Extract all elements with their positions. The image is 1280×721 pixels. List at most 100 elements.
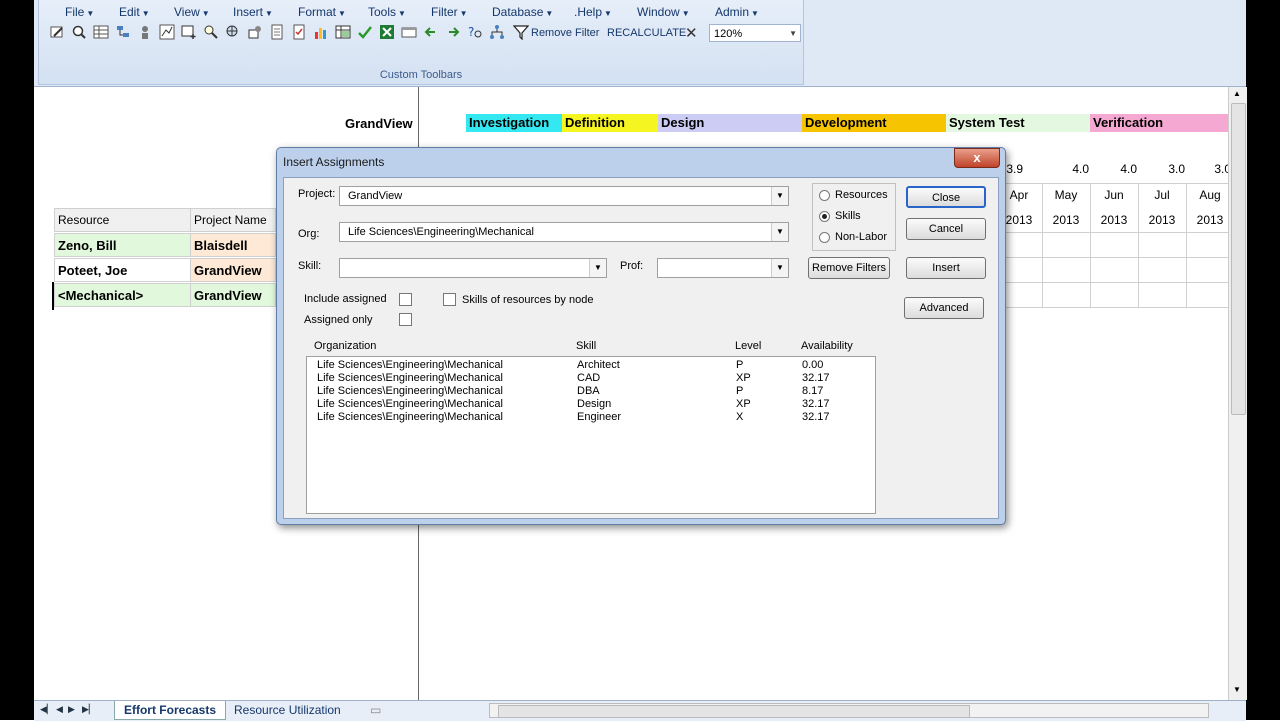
zoom-select[interactable]: 120% ▼: [709, 24, 801, 42]
list-cell-skill[interactable]: Architect: [577, 359, 620, 372]
list-cell-availability[interactable]: 0.00: [802, 359, 823, 372]
grid-line: [1186, 183, 1187, 308]
window-icon[interactable]: [401, 24, 417, 40]
tab-effort-forecasts[interactable]: Effort Forecasts: [114, 701, 226, 720]
include-assigned-checkbox[interactable]: [399, 293, 412, 306]
edit-icon[interactable]: [49, 24, 65, 40]
list-header-skill[interactable]: Skill: [576, 340, 596, 352]
filter-icon[interactable]: [513, 24, 529, 40]
list-cell-level[interactable]: P: [736, 359, 743, 372]
person-icon[interactable]: [137, 24, 153, 40]
document-icon[interactable]: [269, 24, 285, 40]
add-window-icon[interactable]: [181, 24, 197, 40]
cancel-button[interactable]: Cancel: [906, 218, 986, 240]
find-icon[interactable]: [71, 24, 87, 40]
skill-select[interactable]: ▼: [339, 258, 607, 278]
check-icon[interactable]: [357, 24, 373, 40]
list-cell-org[interactable]: Life Sciences\Engineering\Mechanical: [317, 385, 503, 398]
search-plus-icon[interactable]: [203, 24, 219, 40]
list-header-availability[interactable]: Availability: [801, 340, 853, 352]
recalculate-button[interactable]: RECALCULATE: [607, 27, 686, 39]
list-cell-availability[interactable]: 32.17: [802, 398, 830, 411]
menu-insert[interactable]: Insert ▼: [233, 5, 273, 19]
help-search-icon[interactable]: ?: [467, 24, 483, 40]
menu-tools[interactable]: Tools ▼: [368, 5, 406, 19]
arrow-down-icon[interactable]: ▼: [1233, 685, 1241, 694]
menu-window[interactable]: Window ▼: [637, 5, 690, 19]
close-icon[interactable]: ✕: [685, 24, 698, 42]
list-cell-org[interactable]: Life Sciences\Engineering\Mechanical: [317, 372, 503, 385]
close-button[interactable]: Close: [906, 186, 986, 208]
scroll-thumb[interactable]: [1231, 103, 1246, 415]
cell-resource[interactable]: <Mechanical>: [54, 283, 191, 307]
dialog-close-icon[interactable]: x: [954, 148, 1000, 168]
menu-file[interactable]: File ▼: [65, 5, 94, 19]
menu-format[interactable]: Format ▼: [298, 5, 346, 19]
radio-skills[interactable]: [819, 211, 830, 222]
list-cell-level[interactable]: XP: [736, 372, 751, 385]
list-cell-skill[interactable]: CAD: [577, 372, 600, 385]
menu-filter[interactable]: Filter ▼: [431, 5, 468, 19]
tab-resource-utilization[interactable]: Resource Utilization: [234, 703, 341, 717]
arrow-left-icon[interactable]: [423, 24, 439, 40]
list-cell-availability[interactable]: 32.17: [802, 411, 830, 424]
skills-list[interactable]: Life Sciences\Engineering\Mechanical Arc…: [306, 356, 876, 514]
cell-project[interactable]: Blaisdell: [190, 233, 276, 257]
remove-filters-button[interactable]: Remove Filters: [808, 257, 890, 279]
list-cell-level[interactable]: X: [736, 411, 743, 424]
cell-resource[interactable]: Poteet, Joe: [54, 258, 191, 282]
menu-database[interactable]: Database ▼: [492, 5, 553, 19]
skills-by-node-checkbox[interactable]: [443, 293, 456, 306]
list-cell-org[interactable]: Life Sciences\Engineering\Mechanical: [317, 411, 503, 424]
cell-resource[interactable]: Zeno, Bill: [54, 233, 191, 257]
first-sheet-icon[interactable]: ◀▏: [40, 704, 54, 715]
list-cell-org[interactable]: Life Sciences\Engineering\Mechanical: [317, 359, 503, 372]
assigned-only-checkbox[interactable]: [399, 313, 412, 326]
list-cell-skill[interactable]: DBA: [577, 385, 600, 398]
prev-sheet-icon[interactable]: ◀: [56, 704, 63, 715]
tree-icon[interactable]: [115, 24, 131, 40]
cell-project[interactable]: GrandView: [190, 283, 276, 307]
column-header-project[interactable]: Project Name: [190, 208, 276, 232]
vertical-scrollbar[interactable]: ▲ ▼: [1228, 87, 1247, 700]
insert-button[interactable]: Insert: [906, 257, 986, 279]
menu-help[interactable]: .Help ▼: [574, 5, 612, 19]
last-sheet-icon[interactable]: ▶▏: [82, 704, 96, 715]
menu-view[interactable]: View ▼: [174, 5, 210, 19]
bar-chart-icon[interactable]: [313, 24, 329, 40]
next-sheet-icon[interactable]: ▶: [68, 704, 75, 715]
arrow-up-icon[interactable]: ▲: [1233, 89, 1241, 98]
horizontal-scrollbar[interactable]: [489, 703, 1209, 718]
copy-user-icon[interactable]: [247, 24, 263, 40]
list-cell-skill[interactable]: Design: [577, 398, 611, 411]
menu-edit[interactable]: Edit ▼: [119, 5, 150, 19]
project-select[interactable]: GrandView ▼: [339, 186, 789, 206]
radio-resources[interactable]: [819, 190, 830, 201]
scroll-thumb[interactable]: [498, 705, 970, 718]
list-cell-availability[interactable]: 8.17: [802, 385, 823, 398]
menu-admin[interactable]: Admin ▼: [715, 5, 759, 19]
globe-search-icon[interactable]: [225, 24, 241, 40]
org-select[interactable]: Life Sciences\Engineering\Mechanical ▼: [339, 222, 789, 242]
grid-icon[interactable]: [93, 24, 109, 40]
table-icon[interactable]: [335, 24, 351, 40]
prof-select[interactable]: ▼: [657, 258, 789, 278]
list-cell-skill[interactable]: Engineer: [577, 411, 621, 424]
list-cell-level[interactable]: P: [736, 385, 743, 398]
arrow-right-icon[interactable]: [445, 24, 461, 40]
radio-non-labor[interactable]: [819, 232, 830, 243]
remove-filter-button[interactable]: Remove Filter: [531, 27, 599, 39]
advanced-button[interactable]: Advanced: [904, 297, 984, 319]
column-header-resource[interactable]: Resource: [54, 208, 191, 232]
checklist-icon[interactable]: [291, 24, 307, 40]
hierarchy-icon[interactable]: [489, 24, 505, 40]
list-cell-level[interactable]: XP: [736, 398, 751, 411]
list-cell-org[interactable]: Life Sciences\Engineering\Mechanical: [317, 398, 503, 411]
chart-icon[interactable]: [159, 24, 175, 40]
new-sheet-icon[interactable]: ▭: [370, 703, 381, 717]
list-header-organization[interactable]: Organization: [314, 340, 376, 352]
cell-project[interactable]: GrandView: [190, 258, 276, 282]
excel-icon[interactable]: [379, 24, 395, 40]
list-header-level[interactable]: Level: [735, 340, 761, 352]
list-cell-availability[interactable]: 32.17: [802, 372, 830, 385]
